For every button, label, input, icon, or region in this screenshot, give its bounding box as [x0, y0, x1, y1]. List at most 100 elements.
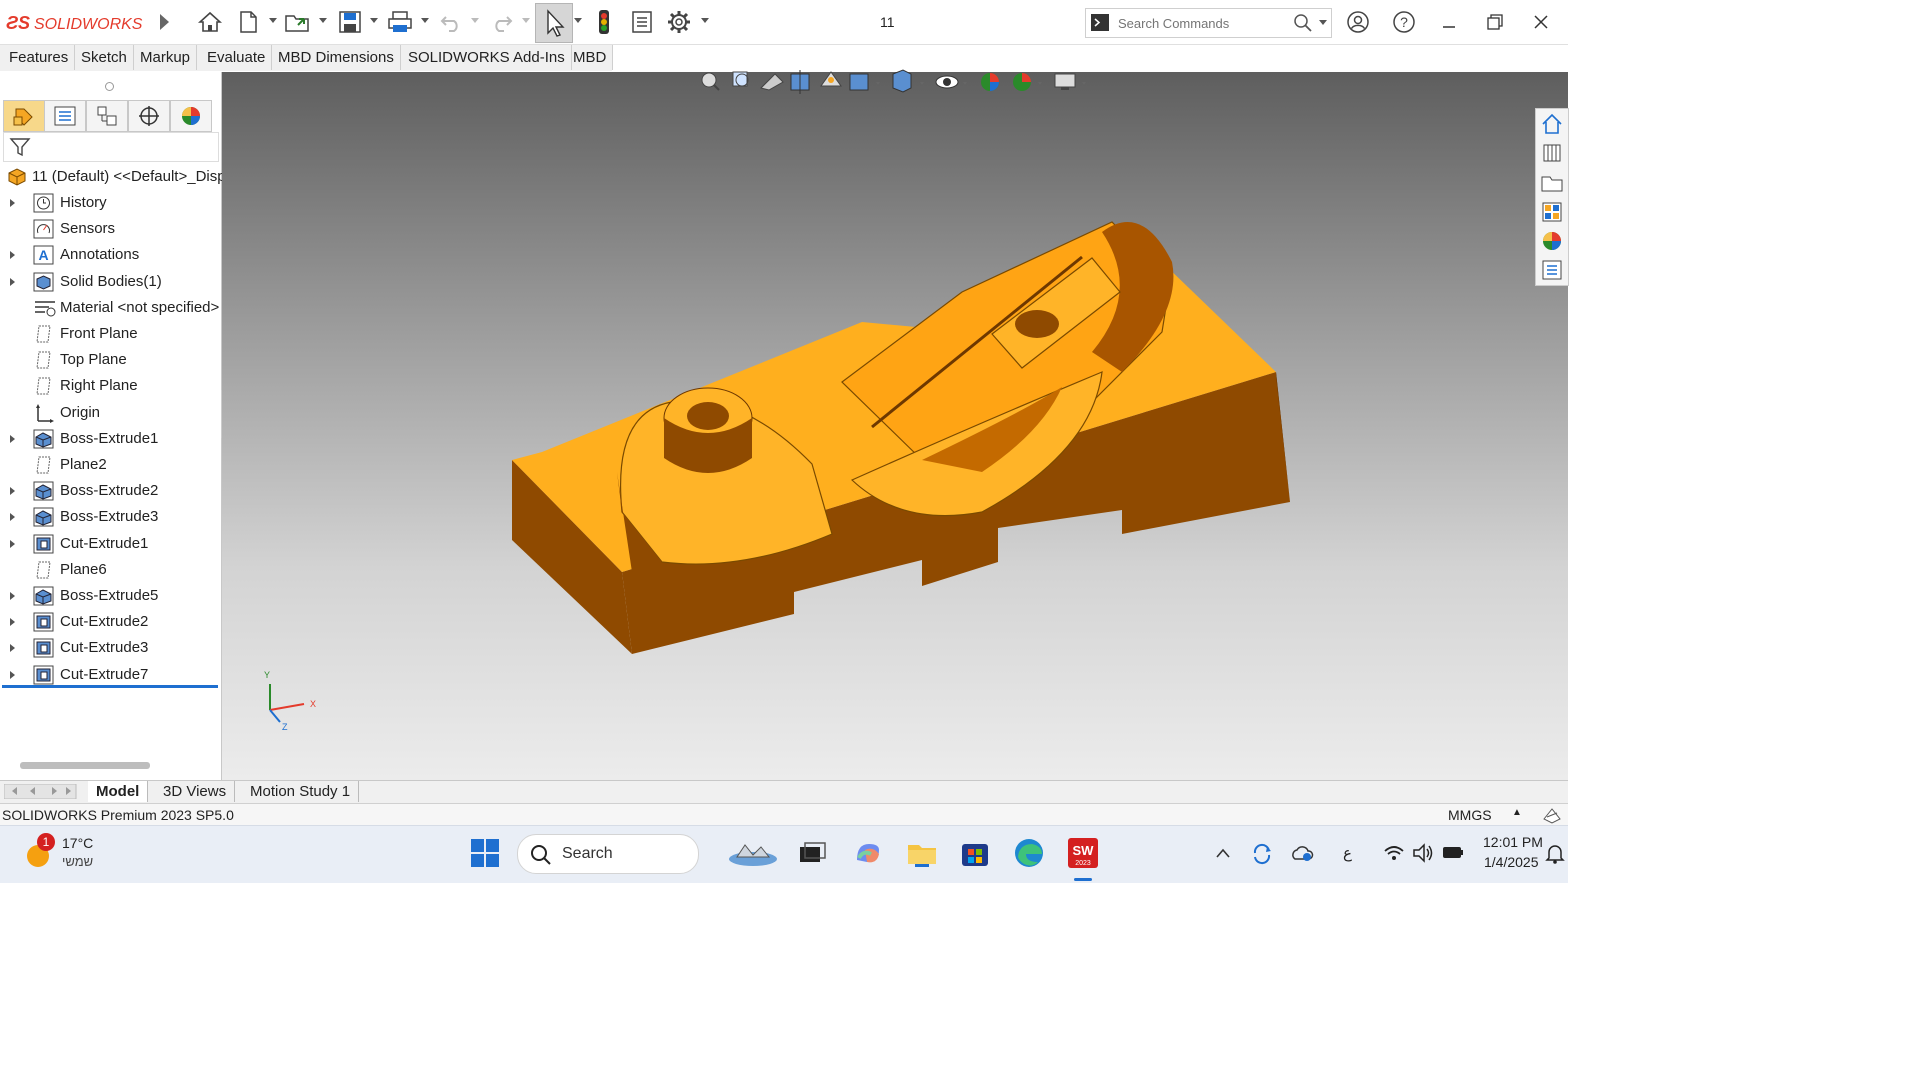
solidworks-logo[interactable]: ƧS SOLIDWORKS: [6, 8, 146, 36]
rebuild-status-icon[interactable]: [1541, 805, 1563, 825]
search-commands-input[interactable]: [1116, 13, 1290, 33]
tab-propertymanager[interactable]: [44, 100, 86, 132]
tree-item-material-not-specified[interactable]: Material <not specified>: [0, 295, 221, 321]
design-library-icon[interactable]: [1540, 141, 1564, 165]
edge-browser-icon[interactable]: [1012, 836, 1046, 870]
undo-icon[interactable]: [437, 8, 465, 36]
tab-mbd-dimensions[interactable]: MBD Dimensions: [272, 45, 401, 70]
tab-markup[interactable]: Markup: [134, 45, 198, 70]
new-dropdown-icon[interactable]: [269, 18, 277, 23]
tree-item-cut-extrude2[interactable]: Cut-Extrude2: [0, 609, 221, 635]
print-icon[interactable]: [386, 8, 414, 36]
tree-item-top-plane[interactable]: Top Plane: [0, 347, 221, 373]
rollback-bar[interactable]: [2, 685, 218, 688]
solidworks-taskbar-icon[interactable]: SW 2023: [1066, 836, 1100, 870]
home-icon[interactable]: [196, 8, 224, 36]
tree-item-origin[interactable]: Origin: [0, 400, 221, 426]
tree-item-front-plane[interactable]: Front Plane: [0, 321, 221, 347]
tab-scroll-arrows[interactable]: [3, 783, 78, 800]
custom-properties-icon[interactable]: [1540, 258, 1564, 282]
tab-displaymanager[interactable]: [170, 100, 212, 132]
tree-item-plane2[interactable]: Plane2: [0, 452, 221, 478]
tree-item-cut-extrude3[interactable]: Cut-Extrude3: [0, 635, 221, 661]
tab-evaluate[interactable]: Evaluate: [201, 45, 273, 70]
weather-desc[interactable]: שמשי: [62, 854, 93, 869]
expand-arrow-icon[interactable]: [10, 277, 15, 286]
redo-dropdown-icon[interactable]: [522, 18, 530, 23]
file-properties-icon[interactable]: [628, 8, 656, 36]
expand-arrow-icon[interactable]: [10, 251, 15, 260]
tree-root-part[interactable]: 11 (Default) <<Default>_Disp: [0, 164, 226, 190]
copilot-icon[interactable]: [851, 836, 885, 870]
save-icon[interactable]: [336, 8, 364, 36]
tree-filter-box[interactable]: [3, 132, 219, 162]
clock-time[interactable]: 12:01 PM: [1483, 834, 1543, 850]
tree-horizontal-scrollbar[interactable]: [20, 762, 150, 769]
search-dropdown-icon[interactable]: [1319, 20, 1327, 25]
expand-arrow-icon[interactable]: [10, 199, 15, 207]
select-tool-button[interactable]: [535, 3, 573, 43]
weather-temp[interactable]: 17°C: [62, 835, 93, 851]
tab-motion-study-1[interactable]: Motion Study 1: [242, 781, 360, 802]
print-dropdown-icon[interactable]: [421, 18, 429, 23]
unit-system[interactable]: MMGS: [1448, 804, 1492, 826]
save-dropdown-icon[interactable]: [370, 18, 378, 23]
wifi-icon[interactable]: [1383, 843, 1405, 863]
tab-sketch[interactable]: Sketch: [75, 45, 134, 70]
appearances-scenes-icon[interactable]: [1540, 229, 1564, 253]
file-explorer-icon[interactable]: [1540, 171, 1564, 195]
tab-featuremanager[interactable]: [3, 100, 45, 132]
tab-3d-views[interactable]: 3D Views: [155, 781, 236, 802]
open-folder-icon[interactable]: [284, 8, 312, 36]
options-dropdown-icon[interactable]: [701, 18, 709, 23]
expand-arrow-icon[interactable]: [10, 487, 15, 496]
view-palette-icon[interactable]: [1540, 200, 1564, 224]
new-document-icon[interactable]: [234, 8, 262, 36]
solidworks-resources-icon[interactable]: [1540, 112, 1564, 136]
select-dropdown-icon[interactable]: [574, 18, 582, 23]
help-icon[interactable]: ?: [1390, 8, 1418, 36]
notifications-bell-icon[interactable]: [1545, 842, 1565, 864]
microsoft-store-icon[interactable]: [958, 836, 992, 870]
tree-item-boss-extrude1[interactable]: Boss-Extrude1: [0, 426, 221, 452]
tab-model[interactable]: Model: [88, 781, 149, 802]
options-gear-icon[interactable]: [665, 8, 693, 36]
expand-arrow-icon[interactable]: [10, 434, 15, 443]
expand-arrow-icon[interactable]: [10, 513, 15, 522]
tree-item-boss-extrude3[interactable]: Boss-Extrude3: [0, 504, 221, 530]
tab-solidworks-add-ins[interactable]: SOLIDWORKS Add-Ins: [402, 45, 572, 70]
rebuild-traffic-light-icon[interactable]: [590, 8, 618, 36]
expand-menu-icon[interactable]: [150, 8, 178, 36]
tab-mbd[interactable]: MBD: [567, 45, 614, 70]
unit-dropdown-icon[interactable]: ▲: [1512, 802, 1522, 824]
user-account-icon[interactable]: [1344, 8, 1372, 36]
expand-arrow-icon[interactable]: [10, 644, 15, 653]
tree-item-plane6[interactable]: Plane6: [0, 557, 221, 583]
battery-icon[interactable]: [1441, 844, 1465, 862]
taskbar-search-box[interactable]: Search: [517, 834, 777, 874]
file-explorer-taskbar-icon[interactable]: [905, 836, 939, 870]
tree-item-sensors[interactable]: Sensors: [0, 216, 221, 242]
tab-features[interactable]: Features: [3, 45, 76, 70]
filter-icon[interactable]: [8, 135, 32, 159]
tree-item-solid-bodies-1[interactable]: Solid Bodies(1): [0, 269, 221, 295]
part-3d-model[interactable]: [222, 72, 1568, 780]
expand-arrow-icon[interactable]: [10, 670, 15, 679]
tree-item-history[interactable]: History: [0, 190, 221, 216]
task-view-icon[interactable]: [795, 836, 829, 870]
redo-icon[interactable]: [488, 8, 516, 36]
expand-arrow-icon[interactable]: [10, 592, 15, 600]
volume-icon[interactable]: [1412, 843, 1434, 863]
open-dropdown-icon[interactable]: [319, 18, 327, 23]
tree-item-cut-extrude1[interactable]: Cut-Extrude1: [0, 531, 221, 557]
search-icon[interactable]: [1293, 13, 1313, 33]
onedrive-sync-icon[interactable]: [1250, 841, 1274, 865]
expand-arrow-icon[interactable]: [10, 539, 15, 548]
tree-item-right-plane[interactable]: Right Plane: [0, 373, 221, 399]
show-hidden-icons-chevron-icon[interactable]: [1214, 846, 1232, 860]
undo-dropdown-icon[interactable]: [471, 18, 479, 23]
input-language-indicator[interactable]: ع: [1343, 844, 1352, 862]
close-icon[interactable]: [1527, 8, 1555, 36]
tree-item-boss-extrude5[interactable]: Boss-Extrude5: [0, 583, 221, 609]
tab-configurationmanager[interactable]: [86, 100, 128, 132]
